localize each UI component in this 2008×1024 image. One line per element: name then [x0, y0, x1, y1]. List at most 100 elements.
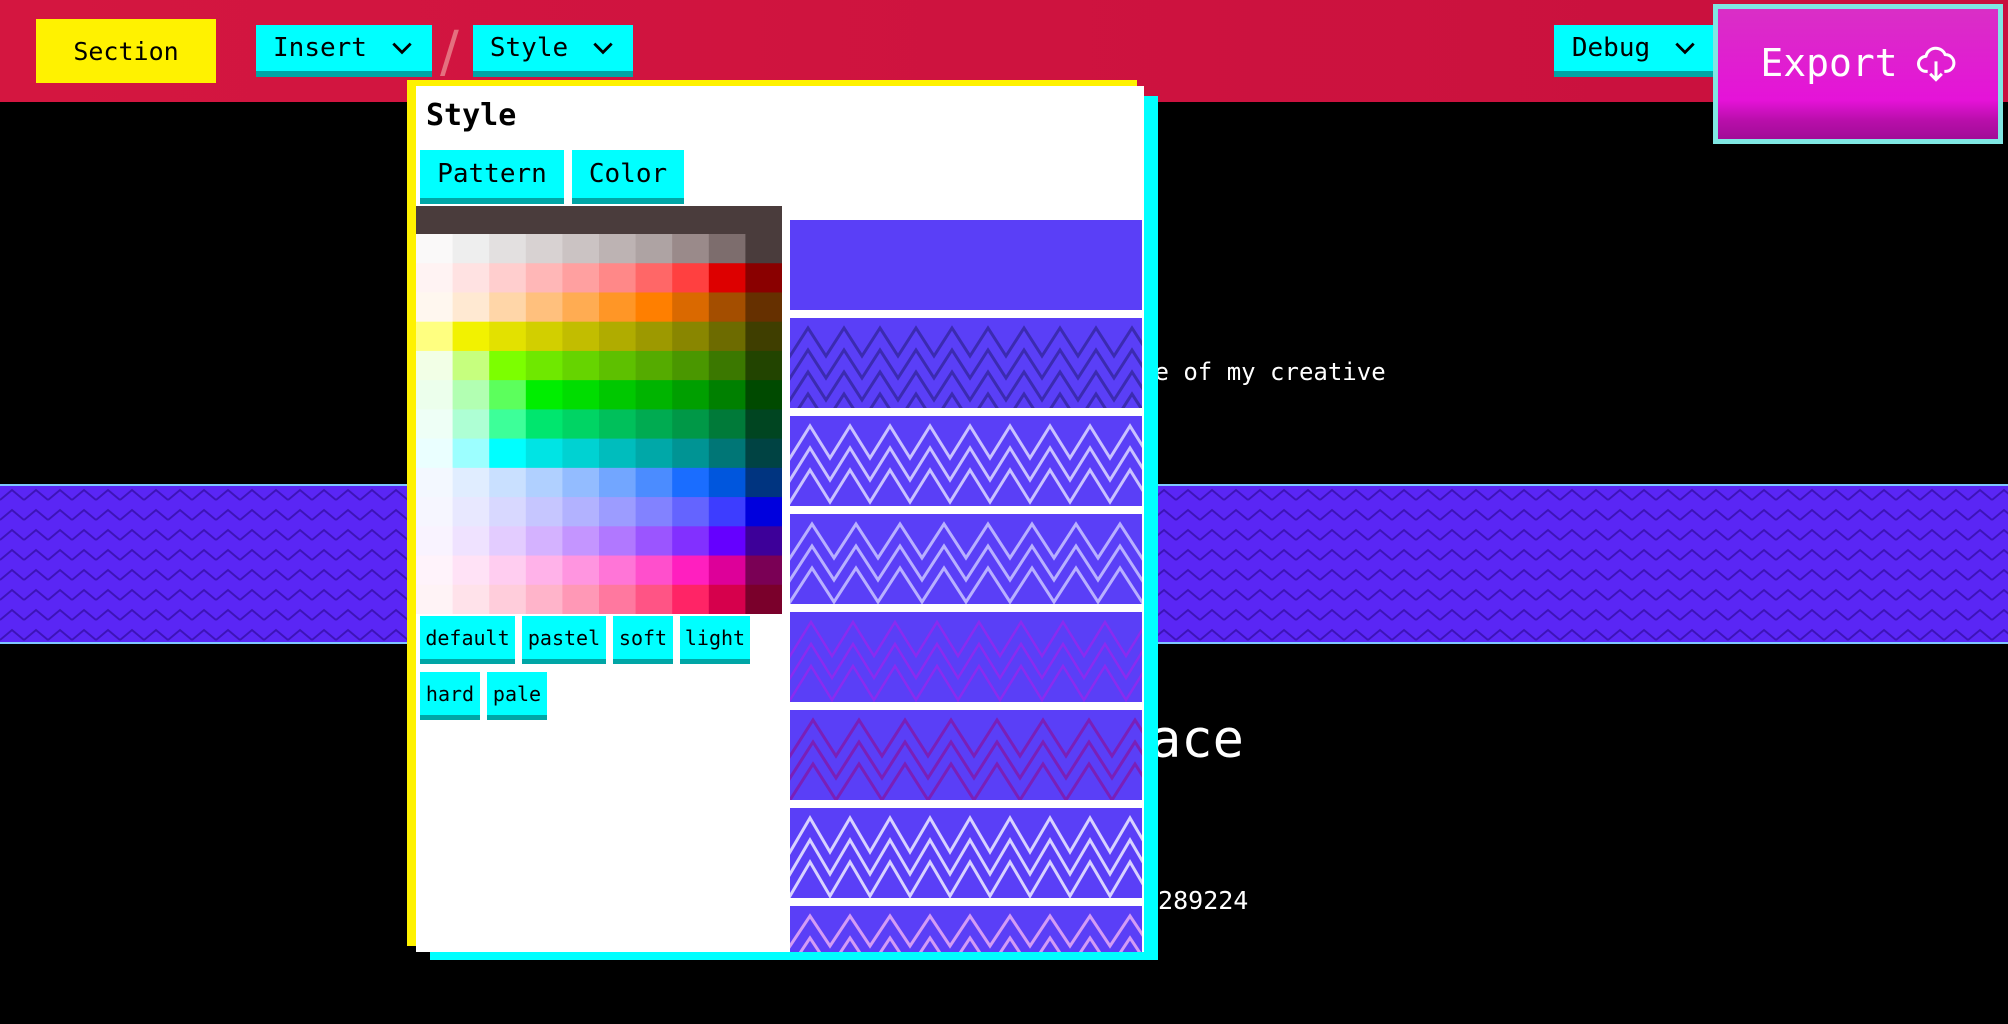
color-swatch[interactable]	[452, 497, 490, 527]
color-swatch[interactable]	[562, 497, 600, 527]
color-swatch[interactable]	[599, 292, 637, 323]
color-swatch[interactable]	[672, 526, 710, 557]
color-swatch[interactable]	[562, 350, 600, 381]
color-swatch[interactable]	[489, 497, 527, 527]
color-swatch[interactable]	[708, 555, 746, 586]
color-swatch[interactable]	[599, 467, 637, 498]
color-swatch[interactable]	[745, 438, 782, 469]
color-swatch[interactable]	[562, 234, 600, 264]
color-swatch[interactable]	[489, 380, 527, 410]
color-swatch[interactable]	[708, 350, 746, 381]
color-swatch[interactable]	[416, 555, 454, 586]
color-swatch[interactable]	[672, 438, 710, 469]
color-swatch[interactable]	[708, 409, 746, 440]
color-swatch[interactable]	[635, 263, 673, 293]
color-swatch[interactable]	[416, 584, 454, 614]
color-swatch[interactable]	[599, 497, 637, 527]
color-swatch[interactable]	[525, 467, 563, 498]
color-swatch[interactable]	[489, 350, 527, 381]
color-swatch[interactable]	[745, 321, 782, 352]
color-swatch[interactable]	[635, 584, 673, 614]
color-swatch[interactable]	[708, 321, 746, 352]
color-swatch[interactable]	[562, 292, 600, 323]
color-swatch[interactable]	[416, 409, 454, 440]
color-swatch[interactable]	[745, 292, 782, 323]
pattern-swatch[interactable]	[790, 416, 1142, 506]
color-swatch[interactable]	[489, 321, 527, 352]
preset-soft[interactable]: soft	[613, 616, 673, 664]
color-swatch[interactable]	[452, 584, 490, 614]
color-swatch[interactable]	[489, 409, 527, 440]
color-swatch[interactable]	[452, 409, 490, 440]
color-swatch[interactable]	[525, 497, 563, 527]
color-swatch[interactable]	[599, 234, 637, 264]
color-swatch[interactable]	[635, 292, 673, 323]
color-swatch[interactable]	[489, 438, 527, 469]
color-swatch[interactable]	[672, 292, 710, 323]
color-swatch[interactable]	[489, 555, 527, 586]
color-swatch[interactable]	[635, 380, 673, 410]
color-swatch[interactable]	[525, 409, 563, 440]
color-swatch[interactable]	[708, 292, 746, 323]
color-swatch[interactable]	[525, 584, 563, 614]
color-swatch[interactable]	[708, 497, 746, 527]
color-swatch[interactable]	[672, 467, 710, 498]
color-swatch[interactable]	[635, 467, 673, 498]
color-swatch[interactable]	[416, 263, 454, 293]
color-swatch[interactable]	[745, 263, 782, 293]
color-swatch[interactable]	[745, 497, 782, 527]
color-swatch[interactable]	[599, 380, 637, 410]
color-swatch[interactable]	[452, 438, 490, 469]
preset-default[interactable]: default	[420, 616, 515, 664]
color-swatch[interactable]	[562, 584, 600, 614]
color-swatch[interactable]	[452, 526, 490, 557]
color-swatch[interactable]	[672, 350, 710, 381]
color-swatch[interactable]	[745, 555, 782, 586]
color-swatch[interactable]	[672, 409, 710, 440]
color-swatch[interactable]	[562, 526, 600, 557]
color-swatch[interactable]	[745, 584, 782, 614]
insert-dropdown[interactable]: Insert	[256, 25, 432, 77]
color-swatch[interactable]	[562, 409, 600, 440]
color-swatch[interactable]	[525, 292, 563, 323]
color-swatch[interactable]	[562, 438, 600, 469]
color-swatch[interactable]	[416, 497, 454, 527]
color-swatch[interactable]	[635, 438, 673, 469]
color-swatch[interactable]	[452, 263, 490, 293]
color-swatch[interactable]	[489, 292, 527, 323]
color-swatch[interactable]	[562, 467, 600, 498]
color-swatch[interactable]	[672, 234, 710, 264]
pattern-swatch[interactable]	[790, 220, 1142, 310]
preset-pale[interactable]: pale	[487, 672, 547, 720]
color-swatch[interactable]	[416, 467, 454, 498]
color-swatch[interactable]	[525, 555, 563, 586]
color-swatch[interactable]	[599, 263, 637, 293]
color-swatch[interactable]	[708, 438, 746, 469]
debug-dropdown[interactable]: Debug	[1554, 25, 1716, 77]
color-swatch[interactable]	[489, 584, 527, 614]
color-swatch[interactable]	[635, 526, 673, 557]
color-swatch[interactable]	[489, 234, 527, 264]
export-button[interactable]: Export	[1713, 4, 2003, 144]
section-button[interactable]: Section	[36, 19, 216, 83]
color-swatch[interactable]	[635, 350, 673, 381]
color-swatch[interactable]	[525, 380, 563, 410]
color-swatch[interactable]	[708, 584, 746, 614]
color-swatch[interactable]	[525, 350, 563, 381]
color-swatch[interactable]	[452, 234, 490, 264]
color-swatch[interactable]	[416, 321, 454, 352]
style-dropdown[interactable]: Style	[473, 25, 633, 77]
color-swatch[interactable]	[599, 555, 637, 586]
color-swatch[interactable]	[562, 263, 600, 293]
color-swatch[interactable]	[599, 321, 637, 352]
color-swatch[interactable]	[708, 467, 746, 498]
pattern-swatch[interactable]	[790, 318, 1142, 408]
color-swatch[interactable]	[635, 409, 673, 440]
color-swatch[interactable]	[745, 234, 782, 264]
color-swatch[interactable]	[525, 526, 563, 557]
color-swatch[interactable]	[708, 380, 746, 410]
color-swatch[interactable]	[525, 438, 563, 469]
color-swatch[interactable]	[416, 234, 454, 264]
pattern-swatch[interactable]	[790, 906, 1142, 952]
color-swatch[interactable]	[635, 321, 673, 352]
